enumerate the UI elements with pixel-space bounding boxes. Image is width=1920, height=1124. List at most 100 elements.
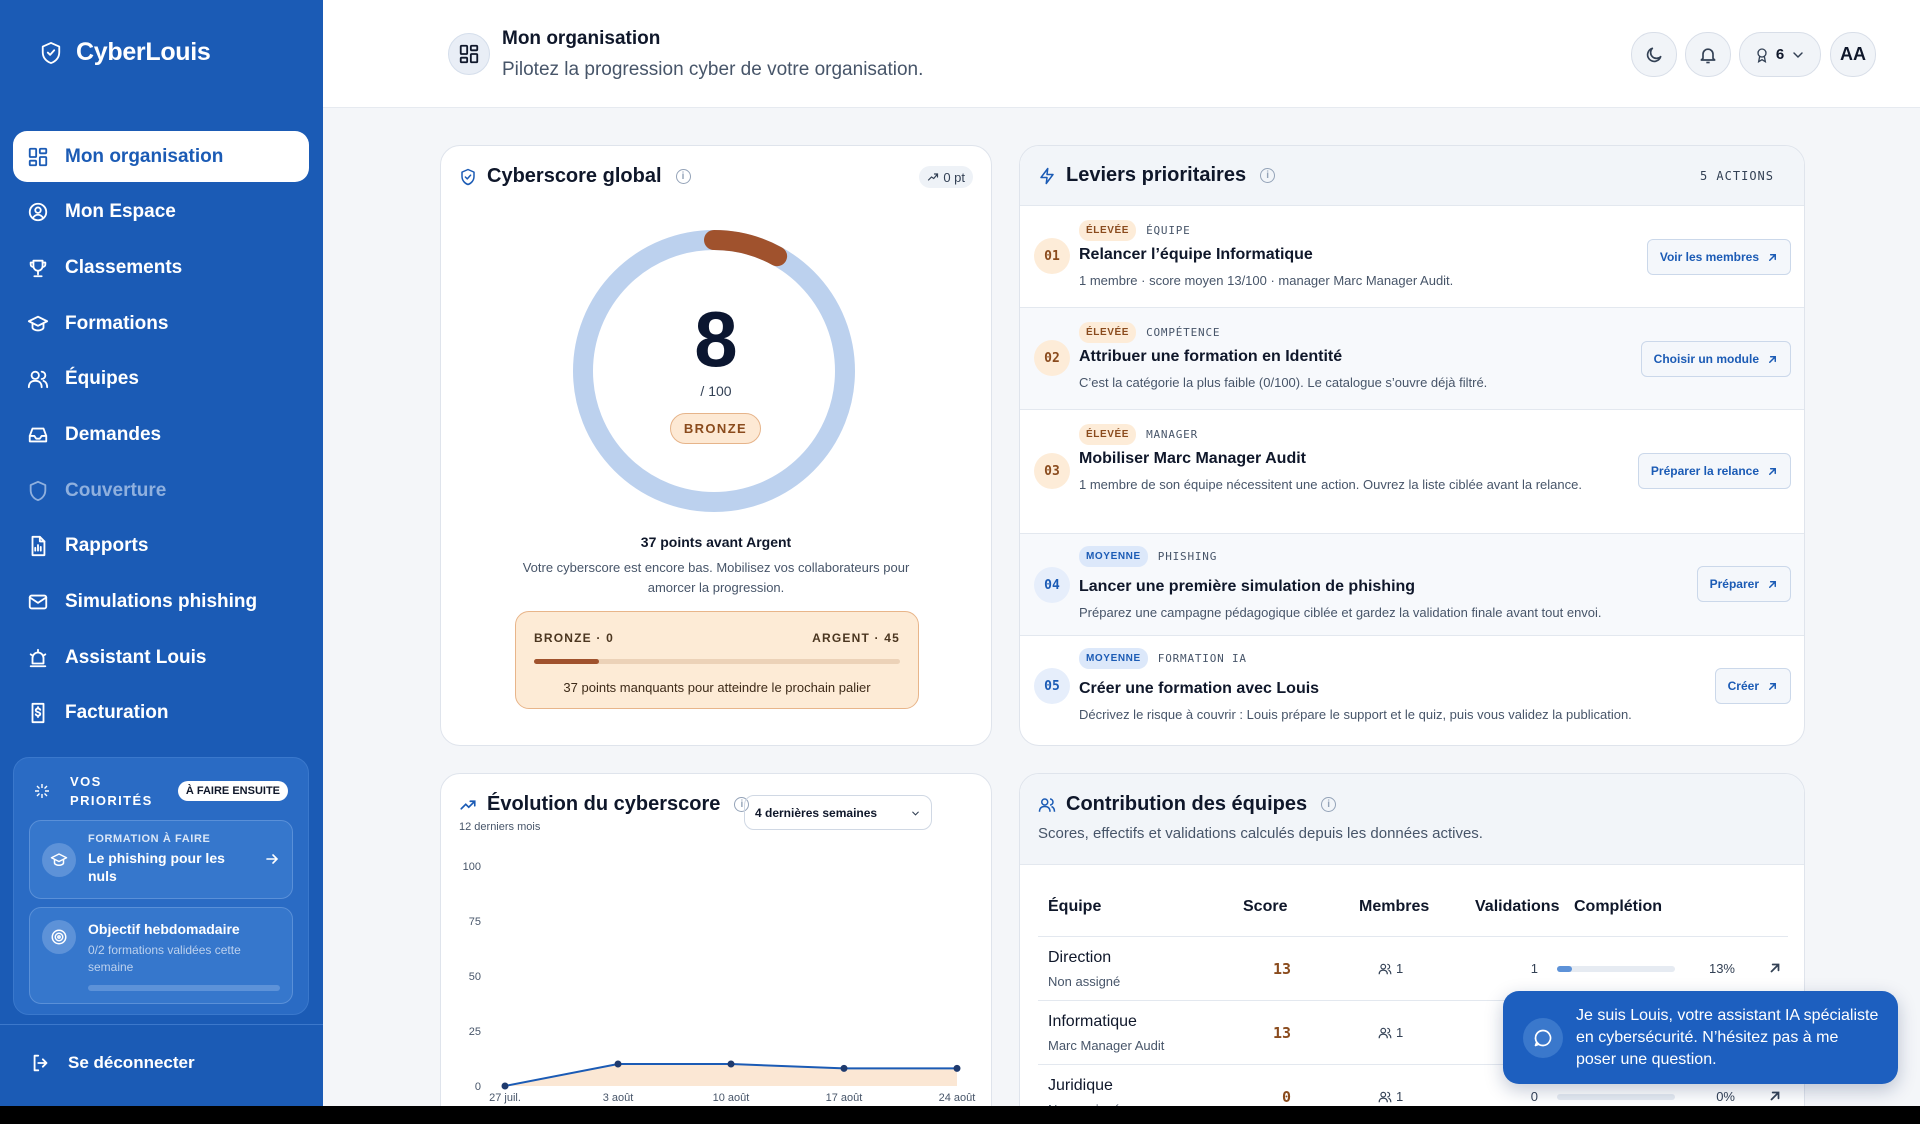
lever-description: Préparez une campagne pédagogique ciblée… bbox=[1079, 605, 1602, 620]
louis-assistant-icon bbox=[29, 648, 47, 667]
priority-card-training[interactable]: FORMATION À FAIRE Le phishing pour les n… bbox=[29, 820, 293, 899]
weekly-goal-progress bbox=[88, 985, 280, 991]
members-count: 1 bbox=[1396, 1089, 1404, 1104]
sidebar-item-reports[interactable]: Rapports bbox=[13, 521, 309, 572]
sidebar-item-rankings[interactable]: Classements bbox=[13, 242, 309, 293]
sidebar-item-louis-assistant[interactable]: Assistant Louis bbox=[13, 632, 309, 683]
lever-number: 02 bbox=[1034, 340, 1070, 376]
notifications-button[interactable] bbox=[1685, 32, 1731, 77]
arrow-up-right-icon[interactable] bbox=[1768, 1089, 1782, 1103]
y-tick-label: 50 bbox=[469, 971, 481, 983]
priority-kicker: FORMATION À FAIRE bbox=[88, 833, 211, 845]
priorities-panel: VOS PRIORITÉS À FAIRE ENSUITE FORMATION … bbox=[13, 757, 309, 1015]
team-members: 1 bbox=[1378, 1025, 1403, 1040]
team-name: Direction bbox=[1048, 949, 1112, 966]
priority-tag: ÉLEVÉE bbox=[1079, 220, 1137, 241]
column-header-team[interactable]: Équipe bbox=[1048, 898, 1101, 916]
sidebar-item-billing[interactable]: Facturation bbox=[13, 688, 309, 739]
chevron-down-icon bbox=[1793, 51, 1803, 58]
coverage-icon bbox=[29, 480, 47, 501]
app-window: CyberLouis Mon organisation Mon Espace Cla… bbox=[0, 0, 1920, 1106]
priority-card-weekly-goal[interactable]: Objectif hebdomadaire 0/2 formations val… bbox=[29, 907, 293, 1004]
arrow-up-right-icon bbox=[1769, 355, 1776, 363]
members-count: 1 bbox=[1396, 1025, 1404, 1040]
team-score: 0 bbox=[1281, 1088, 1291, 1106]
evolution-title: Évolution du cyberscore i bbox=[459, 793, 750, 816]
sidebar-item-label: Équipes bbox=[65, 368, 139, 390]
period-select[interactable]: 4 dernières semaines bbox=[744, 795, 932, 830]
contribution-subtitle: Scores, effectifs et validations calculé… bbox=[1038, 825, 1483, 842]
sidebar-item-phishing-simulations[interactable]: Simulations phishing bbox=[13, 577, 309, 628]
sidebar-nav: Mon organisation Mon Espace Classements For… bbox=[13, 131, 309, 744]
column-header-validations[interactable]: Validations bbox=[1475, 898, 1559, 916]
lever-action-button[interactable]: Créer bbox=[1714, 668, 1791, 704]
lever-description: Décrivez le risque à couvrir : Louis pré… bbox=[1079, 707, 1632, 722]
tier-progress-text: 37 points manquants pour atteindre le pr… bbox=[563, 680, 871, 695]
chat-bubble-icon bbox=[1523, 1018, 1563, 1058]
team-manager: Non assigné bbox=[1048, 974, 1121, 989]
y-tick-label: 75 bbox=[469, 916, 481, 928]
period-select-value: 4 dernières semaines bbox=[755, 805, 878, 820]
column-header-members[interactable]: Membres bbox=[1359, 898, 1429, 916]
lever-action-button[interactable]: Préparer bbox=[1696, 566, 1791, 602]
lever-action-label: Voir les membres bbox=[1659, 250, 1759, 264]
sidebar-item-label: Couverture bbox=[65, 479, 167, 501]
lever-title: Lancer une première simulation de phishi… bbox=[1079, 578, 1416, 595]
tier-badge: BRONZE bbox=[670, 413, 761, 444]
sidebar-divider bbox=[0, 1024, 323, 1025]
lever-row: 02 ÉLEVÉE COMPÉTENCE Attribuer une forma… bbox=[1020, 308, 1804, 410]
x-tick-label: 10 août bbox=[713, 1092, 750, 1104]
lever-action-button[interactable]: Préparer la relance bbox=[1637, 453, 1791, 489]
screen-bottom-bar bbox=[0, 1106, 1920, 1124]
priority-tag: ÉLEVÉE bbox=[1079, 424, 1137, 445]
lever-action-label: Préparer bbox=[1709, 577, 1759, 591]
lever-action-label: Préparer la relance bbox=[1650, 464, 1759, 478]
lever-tags: MOYENNE PHISHING bbox=[1079, 546, 1217, 567]
target-icon bbox=[42, 920, 76, 954]
lever-action-button[interactable]: Voir les membres bbox=[1646, 239, 1791, 275]
page-subtitle: Pilotez la progression cyber de votre or… bbox=[502, 59, 924, 80]
sidebar-item-my-space[interactable]: Mon Espace bbox=[13, 187, 309, 238]
lever-tags: ÉLEVÉE COMPÉTENCE bbox=[1079, 322, 1220, 343]
lever-row: 01 ÉLEVÉE ÉQUIPE Relancer l’équipe Infor… bbox=[1020, 206, 1804, 308]
page-title: Mon organisation bbox=[502, 28, 661, 49]
team-members: 1 bbox=[1378, 1089, 1403, 1104]
rankings-icon bbox=[29, 259, 47, 278]
user-avatar[interactable]: AA bbox=[1830, 32, 1876, 77]
team-completion: 13% bbox=[1708, 961, 1735, 976]
data-point bbox=[953, 1064, 961, 1072]
info-icon[interactable]: i bbox=[1321, 797, 1337, 812]
sidebar-item-requests[interactable]: Demandes bbox=[13, 409, 309, 460]
x-tick-label: 27 juil. bbox=[489, 1092, 521, 1104]
y-tick-label: 0 bbox=[475, 1081, 481, 1093]
levers-card: Leviers prioritaires i 5 ACTIONS 01 ÉLEV… bbox=[1019, 145, 1805, 746]
column-header-score[interactable]: Score bbox=[1243, 898, 1287, 916]
info-icon[interactable]: i bbox=[1260, 168, 1276, 183]
team-name: Juridique bbox=[1048, 1077, 1113, 1094]
sidebar-item-trainings[interactable]: Formations bbox=[13, 298, 309, 349]
sidebar-item-label: Rapports bbox=[65, 535, 149, 557]
info-icon[interactable]: i bbox=[675, 169, 691, 184]
trend-value: 0 pt bbox=[943, 169, 965, 185]
sparkle-icon bbox=[35, 784, 49, 798]
weekly-goal-sub: 0/2 formations validées cette semaine bbox=[88, 943, 241, 974]
assistant-chat-toast[interactable]: Je suis Louis, votre assistant IA spécia… bbox=[1503, 991, 1898, 1084]
theme-toggle-button[interactable] bbox=[1631, 32, 1677, 77]
sidebar-item-organization[interactable]: Mon organisation bbox=[13, 131, 309, 182]
cyberscore-value: 8 bbox=[694, 295, 738, 383]
sidebar-item-coverage[interactable]: Couverture bbox=[13, 465, 309, 516]
x-tick-label: 3 août bbox=[603, 1092, 634, 1104]
team-score: 13 bbox=[1272, 960, 1291, 978]
tier-progress-track bbox=[534, 659, 900, 664]
badges-dropdown[interactable]: 6 bbox=[1739, 32, 1821, 77]
column-header-completion[interactable]: Complétion bbox=[1574, 898, 1662, 916]
sidebar-item-teams[interactable]: Équipes bbox=[13, 354, 309, 405]
arrow-up-right-icon[interactable] bbox=[1768, 961, 1782, 975]
chevron-down-icon bbox=[912, 811, 919, 816]
brand[interactable]: CyberLouis bbox=[40, 38, 211, 67]
lever-action-button[interactable]: Choisir un module bbox=[1640, 341, 1791, 377]
levers-header: Leviers prioritaires i 5 ACTIONS bbox=[1020, 146, 1804, 206]
logout-button[interactable]: Se déconnecter bbox=[30, 1052, 195, 1074]
trend-up-icon bbox=[928, 173, 939, 181]
lever-title: Créer une formation avec Louis bbox=[1079, 680, 1320, 697]
